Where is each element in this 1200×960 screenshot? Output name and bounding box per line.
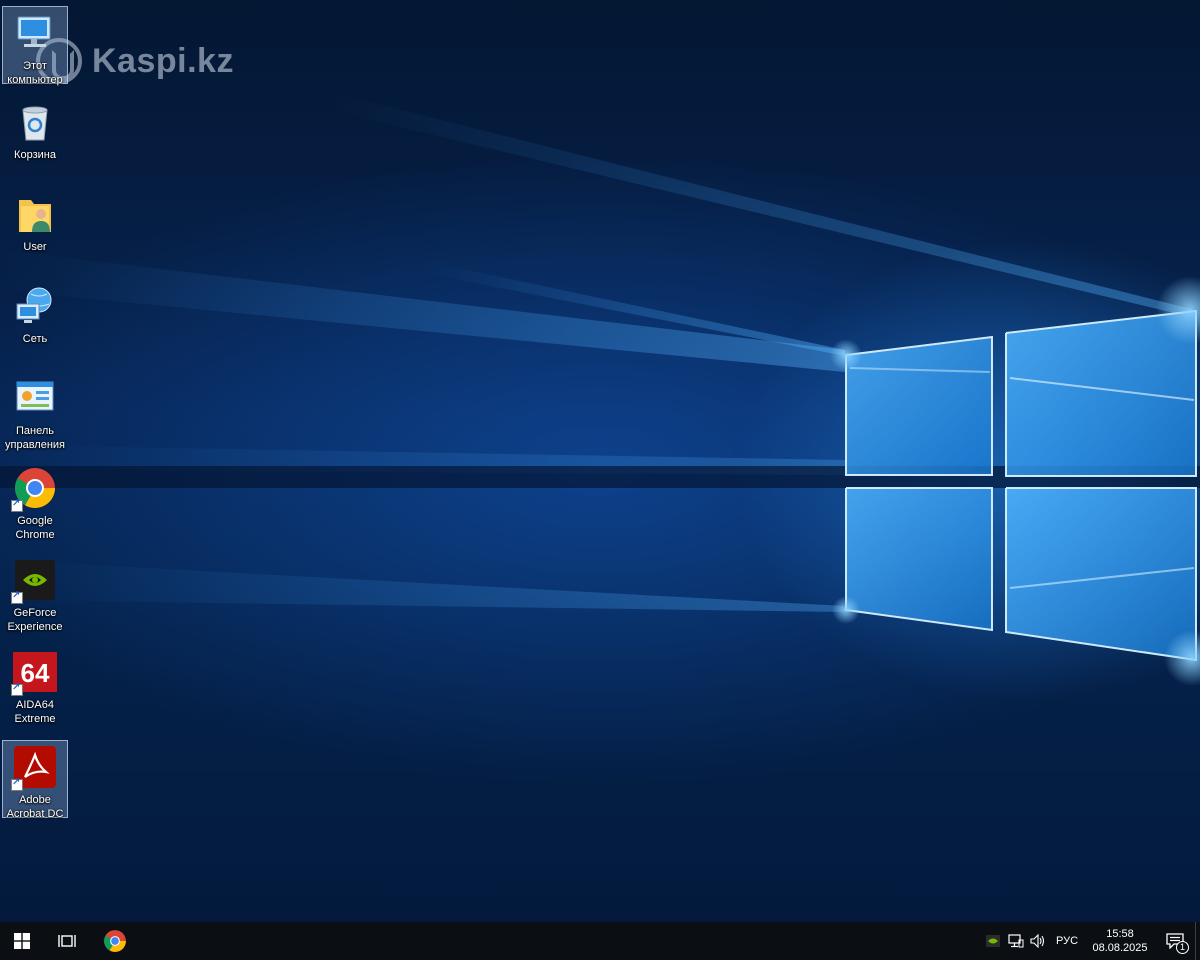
- desktop-icon-control-panel[interactable]: Панель управления: [2, 372, 68, 454]
- desktop-icon-label: Adobe Acrobat DC: [6, 794, 64, 820]
- task-view-button[interactable]: [44, 922, 90, 960]
- recycle-bin-icon: [13, 100, 57, 144]
- show-desktop-button[interactable]: [1195, 922, 1200, 960]
- shortcut-arrow-icon: [11, 498, 23, 512]
- network-tray-icon: [1008, 934, 1024, 948]
- desktop-icon-label: Панель управления: [5, 425, 65, 451]
- network-tray-button[interactable]: [1005, 922, 1027, 960]
- desktop-icon-user[interactable]: User: [2, 188, 68, 266]
- volume-icon: [1030, 934, 1045, 948]
- desktop-icon-aida64[interactable]: 64 AIDA64 Extreme: [2, 646, 68, 728]
- windows-start-icon: [14, 933, 30, 949]
- taskbar: РУС 15:58 08.08.2025 1: [0, 922, 1200, 960]
- desktop-icon-network[interactable]: Сеть: [2, 280, 68, 358]
- nvidia-icon: [11, 558, 57, 604]
- user-folder-icon: [13, 192, 57, 236]
- clock-time: 15:58: [1106, 928, 1134, 940]
- shortcut-arrow-icon: [11, 777, 23, 791]
- watermark-text: Kaspi.kz: [92, 41, 234, 80]
- desktop-icon-label: AIDA64 Extreme: [14, 699, 56, 725]
- network-icon: [13, 284, 57, 328]
- desktop-icon-label: Google Chrome: [15, 515, 55, 541]
- wallpaper: [0, 92, 1200, 686]
- clock-date: 08.08.2025: [1092, 942, 1148, 954]
- language-indicator[interactable]: РУС: [1049, 922, 1085, 960]
- desktop-icon-this-pc[interactable]: Этот компьютер: [2, 6, 68, 86]
- chrome-icon: [11, 466, 57, 512]
- notification-count-badge: 1: [1176, 941, 1189, 954]
- desktop-icon-label: User: [23, 241, 47, 253]
- aida64-icon: 64: [11, 650, 57, 696]
- action-center-button[interactable]: 1: [1155, 922, 1195, 960]
- taskbar-app-chrome[interactable]: [90, 922, 140, 960]
- volume-button[interactable]: [1027, 922, 1049, 960]
- this-pc-icon: [13, 11, 57, 55]
- desktop-icon-chrome[interactable]: Google Chrome: [2, 462, 68, 544]
- desktop-icon-label: Корзина: [14, 149, 56, 161]
- clock[interactable]: 15:58 08.08.2025: [1085, 922, 1155, 960]
- nvidia-tray-button[interactable]: [981, 922, 1005, 960]
- desktop-icon-label: Сеть: [22, 333, 48, 345]
- desktop-icon-label: Этот компьютер: [7, 60, 63, 86]
- shortcut-arrow-icon: [11, 590, 23, 604]
- desktop-icon-recycle-bin[interactable]: Корзина: [2, 96, 68, 174]
- system-tray: РУС 15:58 08.08.2025 1: [981, 922, 1200, 960]
- acrobat-icon: [11, 745, 57, 791]
- chrome-icon: [104, 930, 126, 952]
- task-view-icon: [58, 935, 76, 947]
- control-panel-icon: [13, 376, 57, 420]
- nvidia-tray-icon: [986, 935, 1000, 947]
- desktop-icon-label: GeForce Experience: [7, 607, 63, 633]
- shortcut-arrow-icon: [11, 682, 23, 696]
- aida64-badge: 64: [21, 658, 50, 688]
- desktop[interactable]: Kaspi.kz Этот компьютер Корзина User Сет…: [0, 0, 1200, 922]
- desktop-icon-acrobat[interactable]: Adobe Acrobat DC: [2, 740, 68, 820]
- start-button[interactable]: [0, 922, 44, 960]
- desktop-icon-geforce-experience[interactable]: GeForce Experience: [2, 554, 68, 636]
